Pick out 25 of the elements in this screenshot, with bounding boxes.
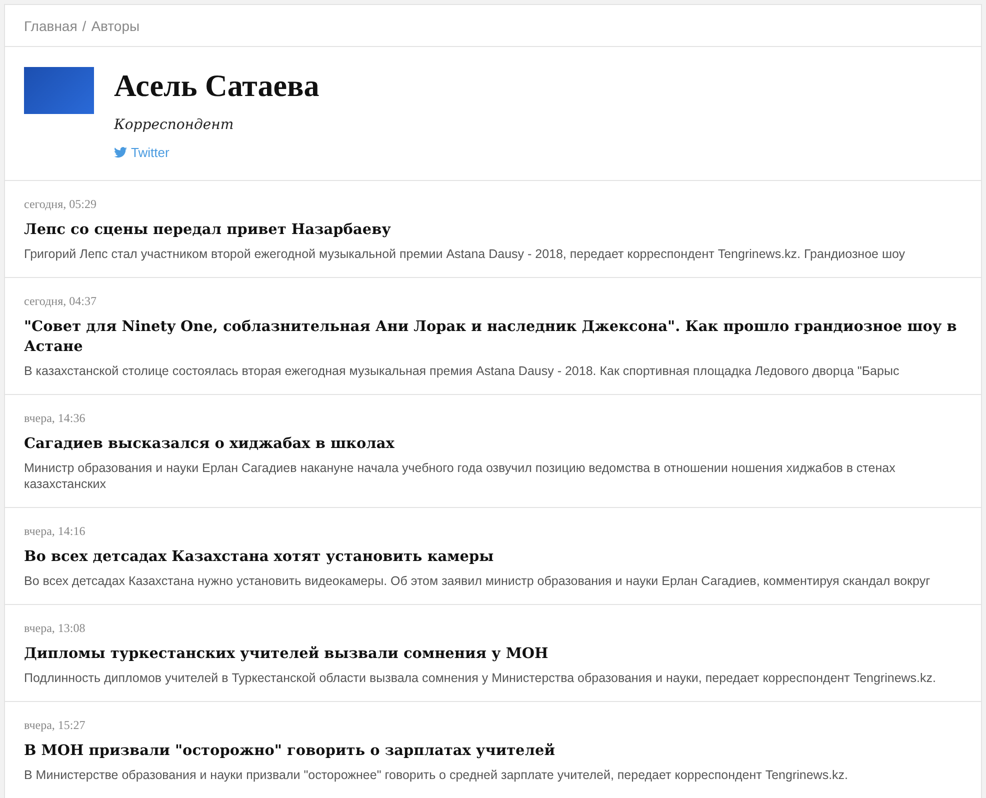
article-date: вчера, 14:16 [24,524,86,538]
author-name: Асель Сатаева [114,67,320,105]
article-summary: Министр образования и науки Ерлан Сагадиев накануне начала учебного года озвучил позицию ведомства в отношении ношения хиджабов в стенах казахстанских [24,460,896,492]
breadcrumb-separator: / [82,18,86,34]
article-date: вчера, 15:27 [24,718,86,732]
article-title-link[interactable]: Сагадиев высказался о хиджабах в школах [24,434,962,454]
bird-icon [114,147,127,158]
breadcrumb-link[interactable]: Главная [24,18,78,34]
article-title-link[interactable]: Дипломы туркестанских учителей вызвали сомнения у МОН [24,644,962,664]
article-title-link[interactable]: Лепс со сцены передал привет Назарбаеву [24,220,962,240]
article-date: сегодня, 04:37 [24,294,98,308]
breadcrumb-link[interactable]: Авторы [91,18,140,34]
article-title-link[interactable]: "Совет для Ninety One, соблазнительная Ани Лорак и наследник Джексона". Как прошло грандиозное шоу в Астане [24,317,962,357]
article-summary: В Министерстве образования и науки призвали "осторожнее" говорить о средней зарплате учителей, передает корреспондент Tengrinews.kz. [24,767,850,783]
article-summary: Григорий Лепс стал участником второй ежегодной музыкальной премии Astana Dausy - 2018, передает корреспондент Tengrinews.kz. Грандиозное шоу [24,246,906,262]
article-date: сегодня, 05:29 [24,197,98,211]
article-date: вчера, 13:08 [24,621,86,635]
article-title-link[interactable]: Во всех детсадах Казахстана хотят установить камеры [24,547,962,567]
article-title-link[interactable]: В МОН призвали "осторожно" говорить о зарплатах учителей [24,741,962,761]
article-summary: Подлинность дипломов учителей в Туркестанской области вызвала сомнения у Министерства образования и науки, передает корреспондент Tengrinews.kz. [24,670,937,686]
photo-placeholder [24,67,94,114]
author-role: Корреспондент [114,117,234,133]
article-date: вчера, 14:36 [24,411,86,425]
article-summary: Во всех детсадах Казахстана нужно установить видеокамеры. Об этом заявил министр образования и науки Ерлан Сагадиев, комментируя скандал вокруг [24,573,932,589]
article-summary: В казахстанской столице состоялась вторая ежегодная музыкальная премия Astana Dausy - 2018. Как спортивная площадка Ледового дворца "Барыс [24,363,900,379]
